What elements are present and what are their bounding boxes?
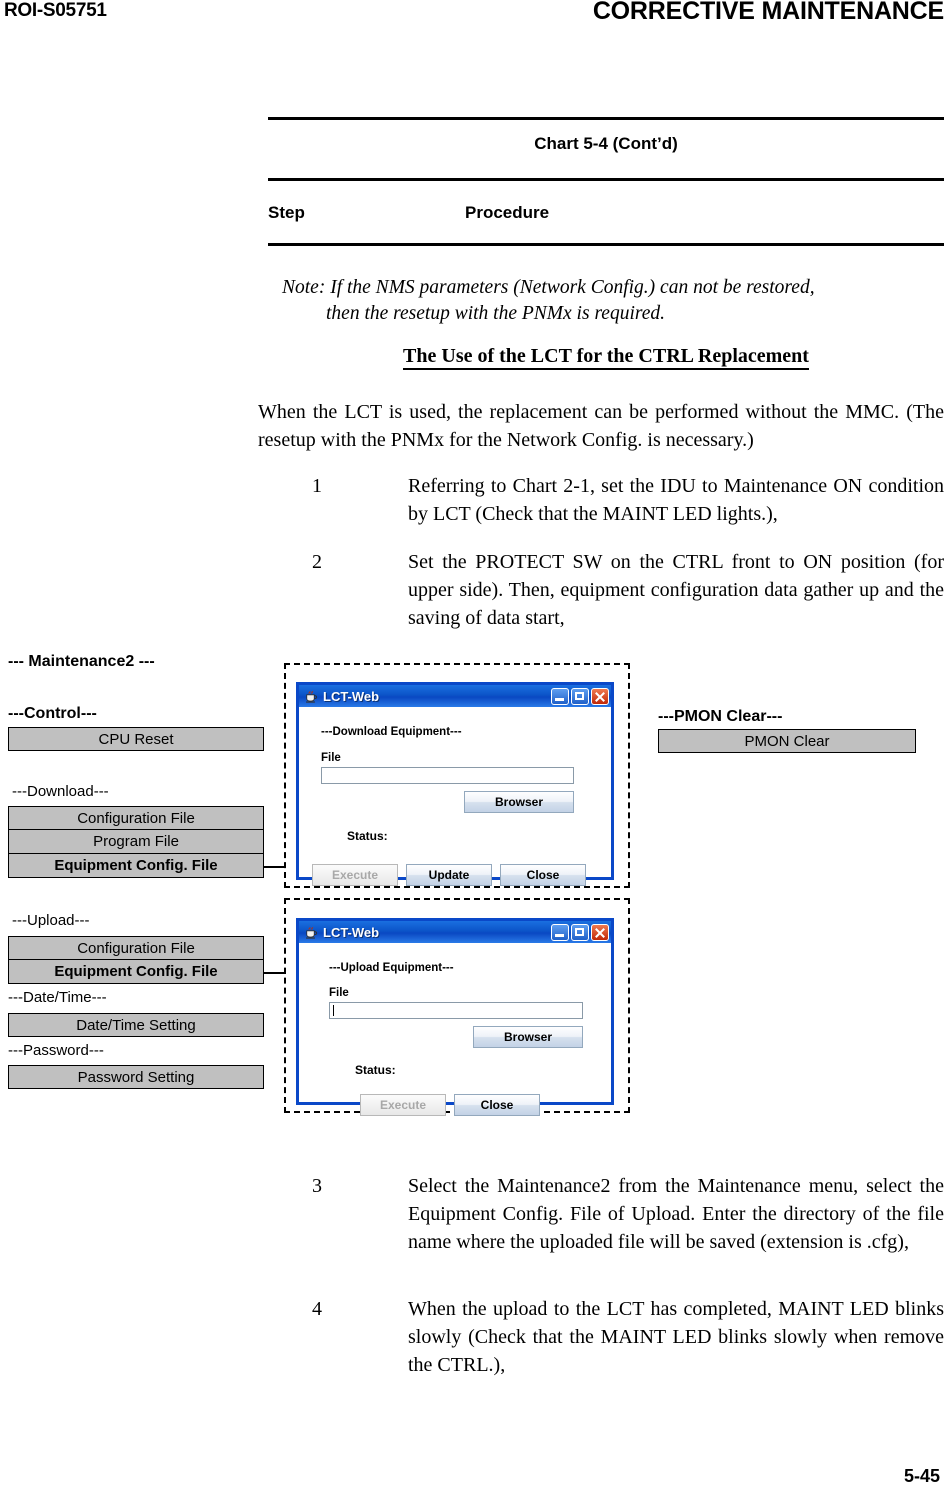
note-text-line1: Note: If the NMS parameters (Network Con…: [282, 277, 815, 298]
update-button[interactable]: Update: [406, 864, 492, 886]
panel-caption: ---Upload Equipment---: [329, 962, 454, 974]
window-title-text: LCT-Web: [323, 688, 380, 704]
minimize-icon[interactable]: [551, 923, 569, 941]
step-number: 4: [312, 1298, 322, 1320]
procedure-step: 4 When the upload to the LCT has complet…: [312, 1295, 944, 1379]
menu-group-label-upload: ---Upload---: [12, 912, 90, 929]
window-control-buttons: [551, 923, 609, 941]
menu-item-download-equipment-config-file[interactable]: Equipment Config. File: [8, 854, 264, 878]
window-control-buttons: [551, 687, 609, 705]
menu-item-download-configuration-file[interactable]: Configuration File: [8, 806, 264, 830]
file-input[interactable]: [329, 1002, 583, 1019]
menu-item-cpu-reset[interactable]: CPU Reset: [8, 727, 264, 751]
document-header: ROI-S05751 CORRECTIVE MAINTENANCE: [0, 0, 944, 30]
menu-group-label-date-time: ---Date/Time---: [8, 989, 107, 1006]
menu-panel-title: --- Maintenance2 ---: [8, 653, 155, 670]
maximize-icon[interactable]: [571, 687, 589, 705]
chart-rule-middle: [268, 178, 944, 181]
column-header-step: Step: [268, 203, 305, 222]
window-body: ---Download Equipment--- File Browser St…: [299, 707, 611, 886]
procedure-step: 2 Set the PROTECT SW on the CTRL front t…: [312, 548, 944, 632]
window-title-text: LCT-Web: [323, 924, 380, 940]
close-icon[interactable]: [591, 687, 609, 705]
procedure-step: 1 Referring to Chart 2-1, set the IDU to…: [312, 472, 944, 528]
step-number: 3: [312, 1175, 322, 1197]
section-subheading: The Use of the LCT for the CTRL Replacem…: [268, 345, 944, 370]
section-subheading-text: The Use of the LCT for the CTRL Replacem…: [403, 345, 809, 370]
java-coffee-cup-icon: [303, 689, 318, 704]
menu-group-label-control: ---Control---: [8, 705, 97, 722]
menu-item-upload-configuration-file[interactable]: Configuration File: [8, 936, 264, 960]
menu-group-label-password: ---Password---: [8, 1042, 104, 1059]
browser-button[interactable]: Browser: [473, 1026, 583, 1048]
menu-item-date-time-setting[interactable]: Date/Time Setting: [8, 1013, 264, 1037]
close-icon[interactable]: [591, 923, 609, 941]
chart-rule-bottom: [268, 243, 944, 246]
intro-paragraph: When the LCT is used, the replacement ca…: [258, 401, 944, 451]
note-text-line2: then the resetup with the PNMx is requir…: [326, 303, 666, 324]
close-button[interactable]: Close: [500, 864, 586, 886]
connector-line-download: [264, 866, 286, 868]
status-label: Status:: [355, 1063, 396, 1077]
note-block: Note: If the NMS parameters (Network Con…: [282, 275, 944, 327]
text-caret: [333, 1005, 334, 1016]
file-field-label: File: [329, 987, 349, 999]
menu-item-download-program-file[interactable]: Program File: [8, 830, 264, 854]
connector-line-upload: [264, 972, 286, 974]
window-body: ---Upload Equipment--- File Browser Stat…: [299, 943, 611, 1116]
procedure-step: 3 Select the Maintenance2 from the Maint…: [312, 1172, 944, 1256]
java-coffee-cup-icon: [303, 925, 318, 940]
execute-button[interactable]: Execute: [312, 864, 398, 886]
page-number: 5-45: [903, 1466, 940, 1486]
close-button[interactable]: Close: [454, 1094, 540, 1116]
chart-title: Chart 5-4 (Cont’d): [534, 134, 678, 153]
step-text: When the upload to the LCT has completed…: [408, 1298, 944, 1376]
section-title: CORRECTIVE MAINTENANCE: [592, 0, 944, 25]
window-title-bar[interactable]: LCT-Web: [299, 685, 611, 707]
window-title-bar[interactable]: LCT-Web: [299, 921, 611, 943]
file-field-label: File: [321, 752, 341, 764]
step-number: 1: [312, 475, 322, 497]
chart-rule-top: [268, 117, 944, 120]
column-header-procedure: Procedure: [465, 203, 550, 222]
execute-button[interactable]: Execute: [360, 1094, 446, 1116]
step-text: Referring to Chart 2-1, set the IDU to M…: [408, 475, 944, 525]
file-input[interactable]: [321, 767, 574, 784]
document-id: ROI-S05751: [4, 0, 107, 21]
pmon-group-label: ---PMON Clear---: [658, 708, 783, 725]
upload-equipment-window: LCT-Web ---Upload Equipment--- File Brow…: [296, 918, 614, 1116]
menu-item-upload-equipment-config-file[interactable]: Equipment Config. File: [8, 960, 264, 984]
maximize-icon[interactable]: [571, 923, 589, 941]
step-text: Set the PROTECT SW on the CTRL front to …: [408, 551, 944, 629]
download-equipment-window: LCT-Web ---Download Equipment--- File Br…: [296, 682, 614, 886]
status-label: Status:: [347, 829, 388, 843]
minimize-icon[interactable]: [551, 687, 569, 705]
step-text: Select the Maintenance2 from the Mainten…: [408, 1175, 944, 1253]
browser-button[interactable]: Browser: [464, 791, 574, 813]
menu-item-pmon-clear[interactable]: PMON Clear: [658, 729, 916, 753]
menu-group-label-download: ---Download---: [12, 783, 109, 800]
step-number: 2: [312, 551, 322, 573]
panel-caption: ---Download Equipment---: [321, 726, 462, 738]
menu-item-password-setting[interactable]: Password Setting: [8, 1065, 264, 1089]
